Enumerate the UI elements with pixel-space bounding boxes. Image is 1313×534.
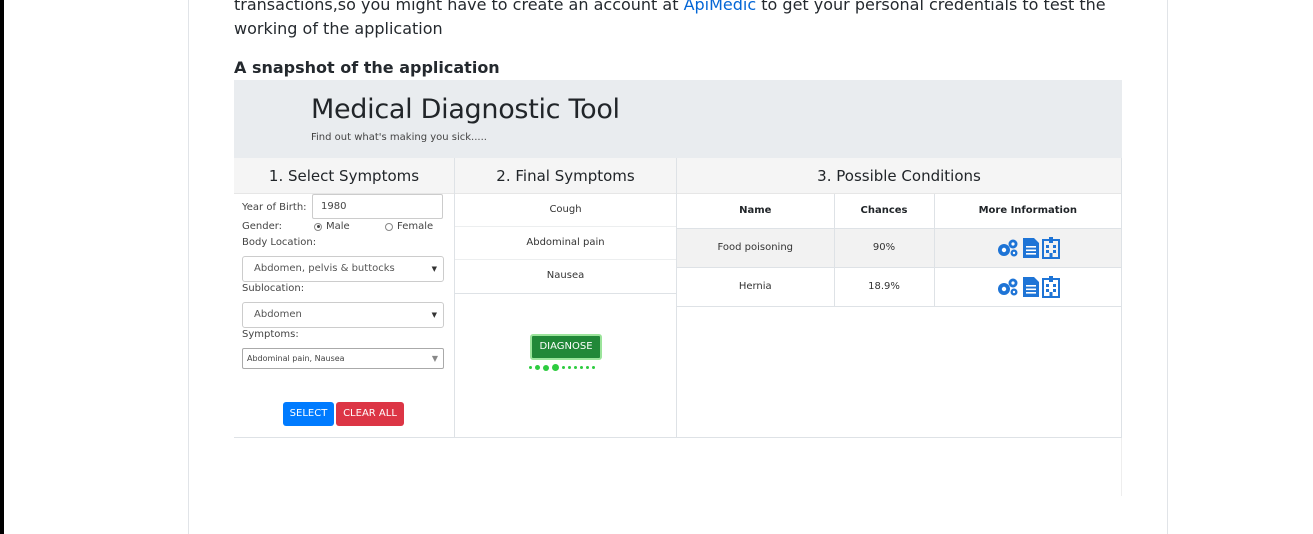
- column-header-more-info: More Information: [934, 194, 1121, 229]
- column-header-name: Name: [677, 194, 835, 229]
- document-icon[interactable]: [1022, 276, 1040, 298]
- loader-dot: [552, 364, 559, 371]
- sublocation-label: Sublocation:: [242, 283, 305, 294]
- loader-dot: [592, 366, 595, 369]
- chevron-down-icon: ▼: [431, 354, 438, 363]
- conditions-table: Name Chances More Information Food poiso…: [677, 194, 1121, 307]
- loader-dot: [543, 364, 549, 371]
- chevron-down-icon: ▼: [431, 265, 437, 273]
- symptoms-select[interactable]: Abdominal pain, Nausea ▼: [242, 348, 444, 369]
- loader-dot: [535, 365, 540, 370]
- loader-dot: [586, 366, 589, 369]
- gender-female-label: Female: [397, 221, 434, 232]
- symptoms-value: Abdominal pain, Nausea: [247, 354, 345, 363]
- gender-male-label: Male: [326, 221, 350, 232]
- body-location-label: Body Location:: [242, 237, 317, 248]
- app-subtitle: Find out what's making you sick.....: [311, 132, 487, 143]
- final-symptoms-panel: 2. Final Symptoms Cough Abdominal pain N…: [455, 158, 677, 438]
- column-header-chances: Chances: [834, 194, 935, 229]
- table-row: Food poisoning 90%: [677, 228, 1121, 268]
- yob-input[interactable]: 1980: [312, 194, 443, 219]
- intro-paragraph: transactions,so you might have to create…: [234, 0, 1114, 41]
- condition-name: Food poisoning: [677, 228, 835, 268]
- final-symptom-item: Abdominal pain: [455, 227, 676, 260]
- app-snapshot: Medical Diagnostic Tool Find out what's …: [234, 80, 1122, 496]
- condition-name: Hernia: [677, 267, 835, 307]
- possible-conditions-heading: 3. Possible Conditions: [677, 158, 1121, 194]
- intro-text-before: transactions,so you might have to create…: [234, 0, 684, 14]
- loader-dot: [568, 366, 571, 369]
- gears-icon[interactable]: [996, 277, 1020, 297]
- final-symptoms-list: Cough Abdominal pain Nausea: [455, 194, 676, 294]
- possible-conditions-panel: 3. Possible Conditions Name Chances More…: [677, 158, 1122, 438]
- loader-dot: [529, 366, 532, 369]
- gears-icon[interactable]: [996, 238, 1020, 258]
- gender-male-radio[interactable]: Male: [314, 221, 350, 232]
- app-title: Medical Diagnostic Tool: [311, 94, 620, 125]
- gender-female-radio[interactable]: Female: [385, 221, 433, 232]
- snapshot-heading: A snapshot of the application: [234, 58, 500, 77]
- body-location-select[interactable]: Abdomen, pelvis & buttocks ▼: [242, 256, 444, 282]
- apimedic-link[interactable]: ApiMedic: [684, 0, 757, 14]
- gender-label: Gender:: [242, 221, 283, 232]
- select-button[interactable]: SELECT: [283, 402, 334, 426]
- more-info-cell: [934, 267, 1121, 307]
- radio-checked-icon: [314, 222, 322, 231]
- final-symptom-item: Cough: [455, 194, 676, 227]
- select-symptoms-heading: 1. Select Symptoms: [234, 158, 454, 194]
- document-icon[interactable]: [1022, 237, 1040, 259]
- condition-chance: 90%: [834, 228, 935, 268]
- sublocation-select[interactable]: Abdomen ▼: [242, 302, 444, 328]
- loading-indicator: [529, 364, 595, 371]
- more-info-cell: [934, 228, 1121, 268]
- body-location-value: Abdomen, pelvis & buttocks: [254, 263, 395, 274]
- clear-all-button[interactable]: CLEAR ALL: [336, 402, 404, 426]
- app-header: Medical Diagnostic Tool Find out what's …: [234, 80, 1122, 158]
- yob-label: Year of Birth:: [242, 202, 307, 213]
- chevron-down-icon: ▼: [431, 311, 437, 319]
- loader-dot: [562, 366, 565, 369]
- table-row: Hernia 18.9%: [677, 267, 1121, 307]
- hospital-icon[interactable]: [1041, 275, 1060, 298]
- final-symptoms-heading: 2. Final Symptoms: [455, 158, 676, 194]
- window-edge: [0, 0, 4, 534]
- symptoms-label: Symptoms:: [242, 329, 299, 340]
- diagnose-button[interactable]: DIAGNOSE: [530, 334, 602, 360]
- hospital-icon[interactable]: [1041, 236, 1060, 259]
- final-symptom-item: Nausea: [546, 270, 585, 281]
- condition-chance: 18.9%: [834, 267, 935, 307]
- loader-dot: [574, 366, 577, 369]
- sublocation-value: Abdomen: [254, 309, 302, 320]
- loader-dot: [580, 366, 583, 369]
- radio-unchecked-icon: [385, 222, 393, 231]
